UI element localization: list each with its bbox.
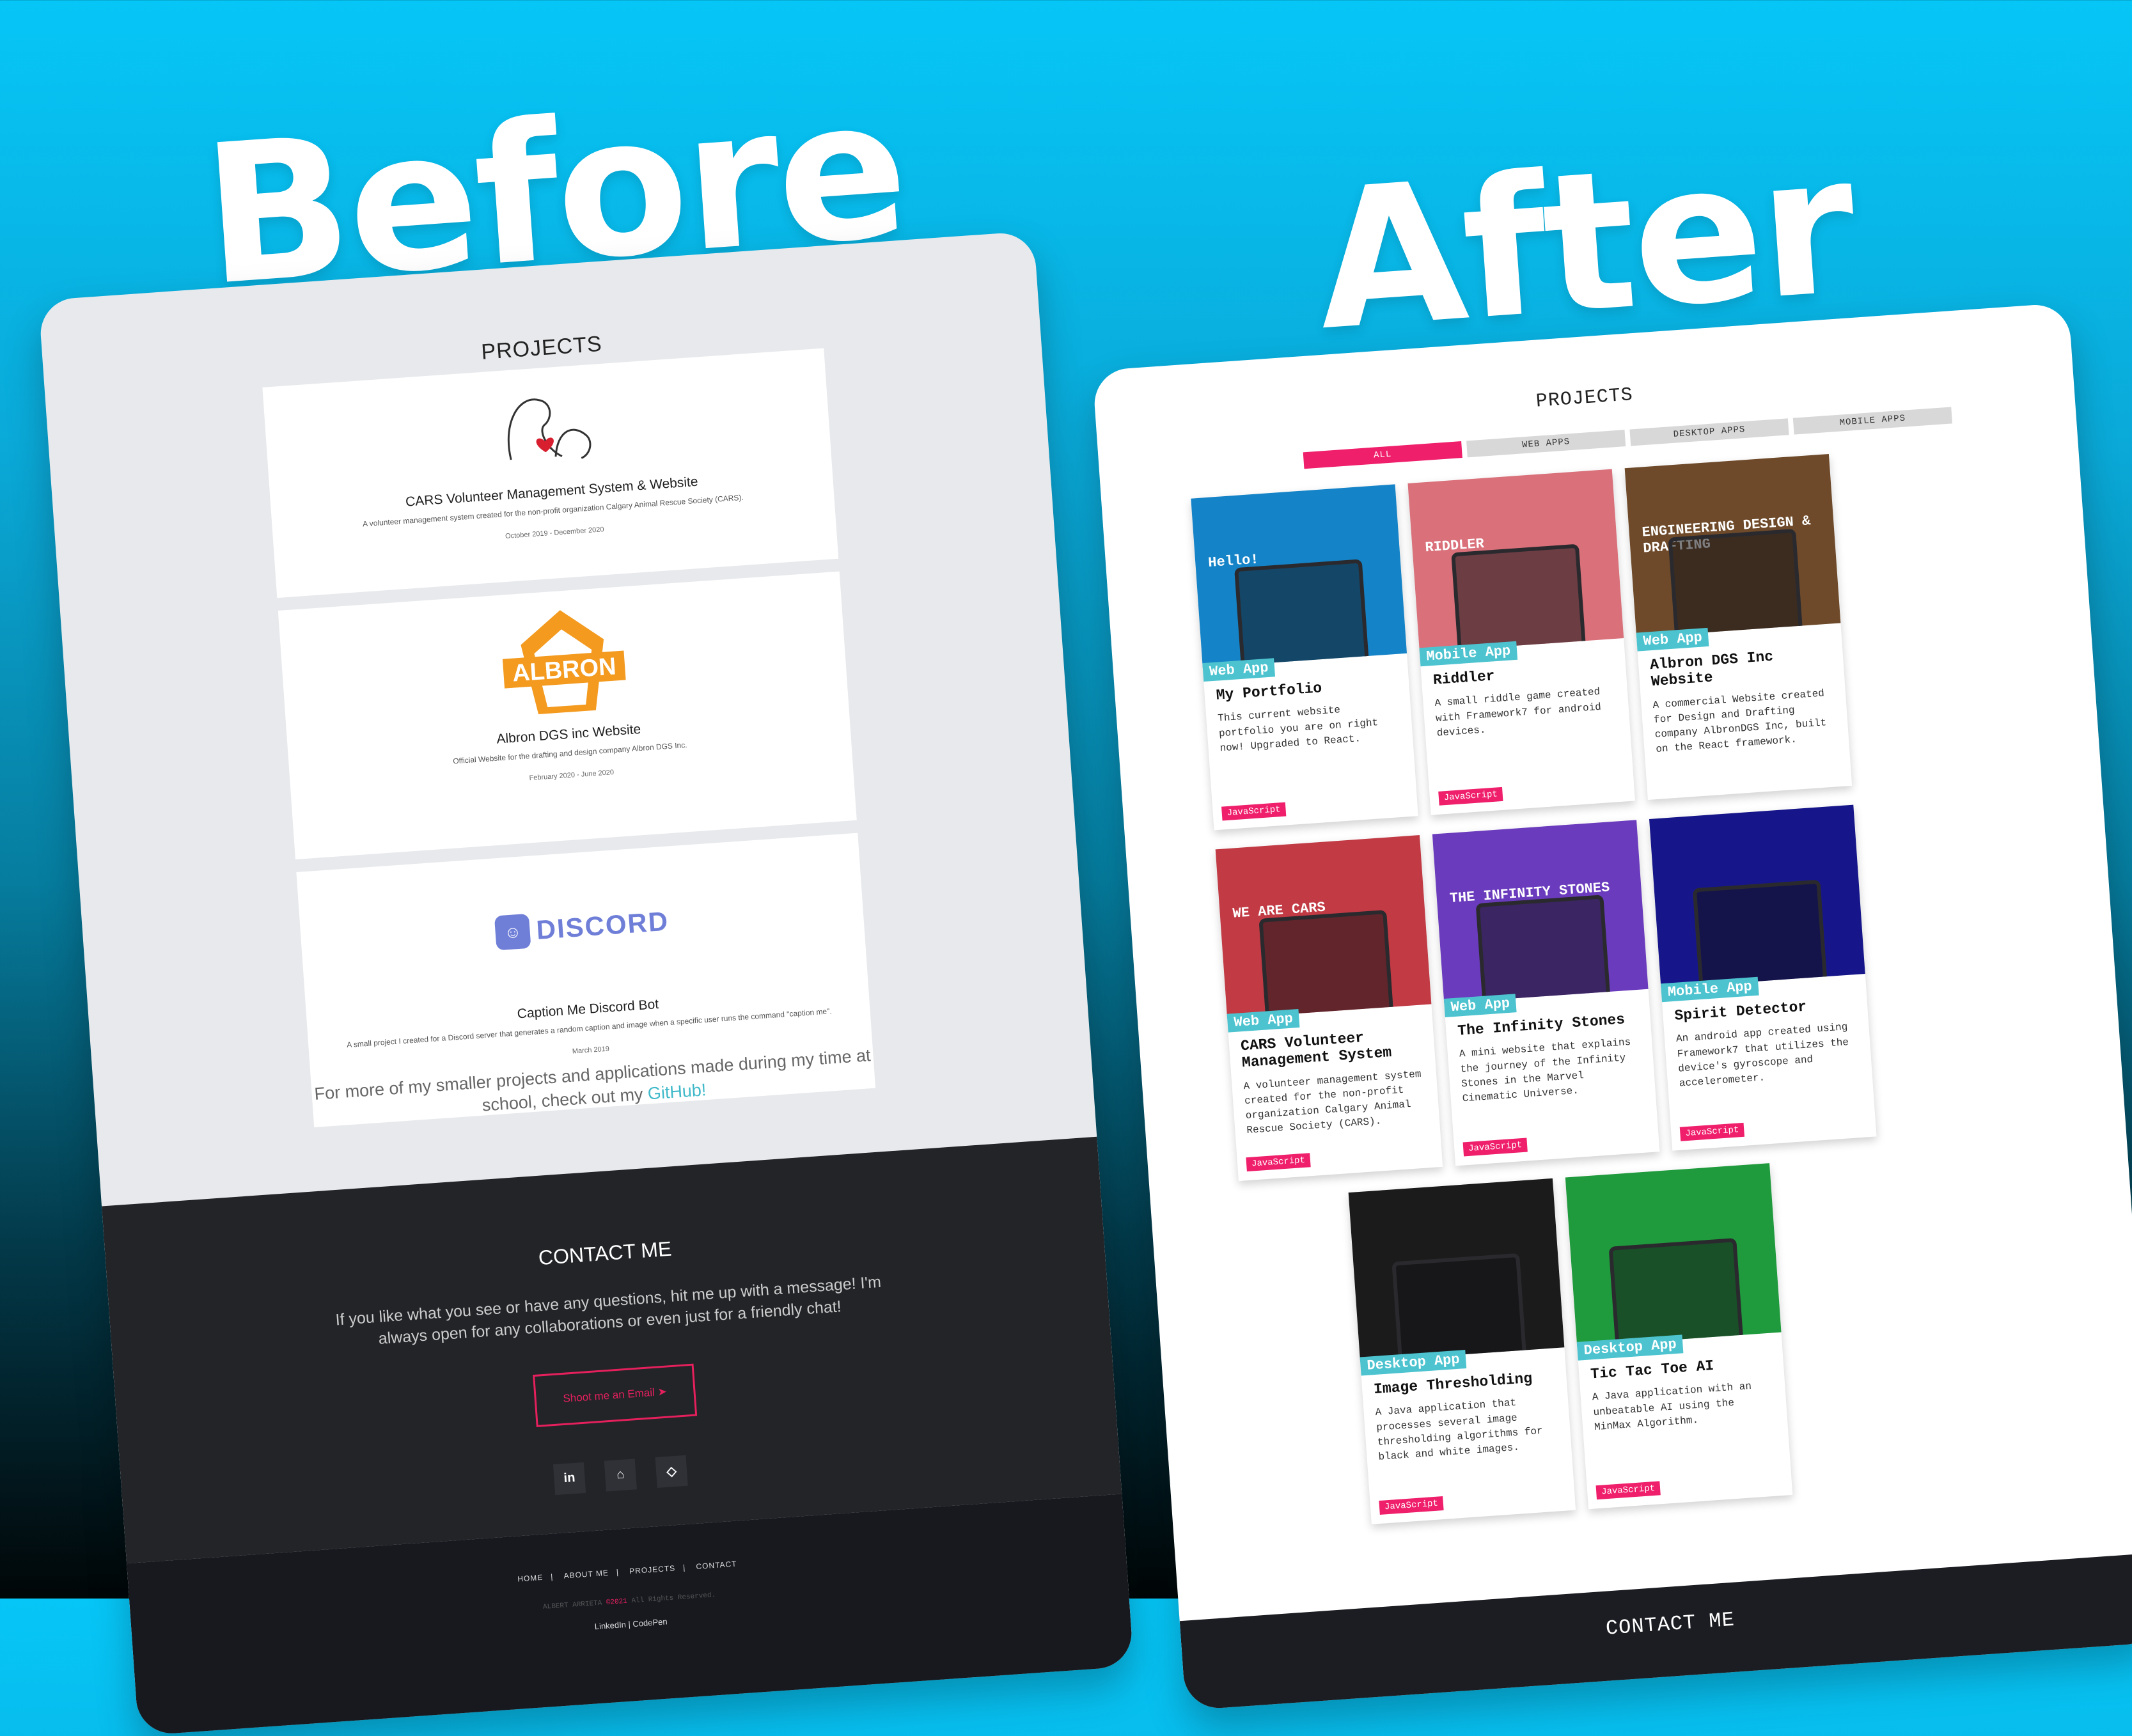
linkedin-icon[interactable]: in [553,1462,586,1495]
discord-logo-text: DISCORD [535,905,670,946]
footer-nav-home[interactable]: HOME [517,1573,544,1584]
tab-desktop-apps[interactable]: DESKTOP APPS [1629,418,1789,446]
project-title: My Portfolio [1215,680,1323,704]
footer-nav-about[interactable]: ABOUT ME [563,1568,609,1581]
codepen-icon[interactable]: ◇ [655,1455,688,1488]
github-link[interactable]: GitHub! [647,1081,707,1104]
tab-mobile-apps[interactable]: MOBILE APPS [1792,407,1953,435]
thumbnail-text [1582,1221,1760,1234]
project-description: A volunteer management system created fo… [1243,1068,1422,1137]
project-thumbnail: RIDDLER [1407,469,1624,653]
project-description: A small riddle game created with Framewo… [1434,686,1602,739]
footer-nav-contact[interactable]: CONTACT [696,1560,737,1571]
device-mockup [1234,559,1369,668]
project-card[interactable]: Hello! Web App My Portfolio This current we… [1191,484,1418,831]
contact-section: CONTACT ME If you like what you see or h… [102,1136,1122,1564]
project-title: Riddler [1432,668,1496,689]
project-description: A Java application with an unbeatable AI… [1592,1380,1752,1434]
project-description: A mini website that explains the journey… [1459,1036,1631,1105]
device-mockup [1608,1238,1744,1347]
project-thumbnail [1348,1178,1565,1362]
language-tag: JavaScript [1462,1138,1528,1157]
language-tag: JavaScript [1221,802,1287,821]
project-thumbnail: THE INFINITY STONES [1432,820,1649,1004]
language-tag: JavaScript [1438,786,1503,806]
project-description: An android app created using Framework7 … [1675,1021,1849,1090]
after-website-panel: PROJECTS ALL WEB APPS DESKTOP APPS MOBIL… [1092,302,2132,1710]
project-title: Albron DGS Inc Website [1649,648,1774,691]
copyright-name: ALBERT ARRIETA [542,1599,607,1611]
project-card[interactable]: Mobile App Spirit Detector An android app … [1649,804,1877,1151]
tab-web-apps[interactable]: WEB APPS [1466,430,1626,458]
contact-title: CONTACT ME [1179,1552,2132,1710]
card-date: February 2020 - June 2020 [529,769,615,783]
project-card[interactable]: Desktop App Tic Tac Toe AI A Java applicat… [1565,1163,1793,1510]
github-icon[interactable]: ⌂ [604,1458,637,1492]
discord-icon: ☺ [494,913,531,951]
project-card-cars[interactable]: CARS Volunteer Management System & Websi… [262,348,839,598]
send-icon: ➤ [657,1385,668,1398]
project-card[interactable]: WE ARE CARS Web App CARS Volunteer Managem… [1215,835,1443,1182]
project-card-albron[interactable]: ALBRON Albron DGS inc Website Official W… [278,571,857,860]
project-thumbnail: ENGINEERING DESIGN & DRAFTING [1624,453,1841,637]
language-tag: JavaScript [1595,1481,1661,1500]
contact-title: CONTACT ME [537,1237,673,1270]
project-description: A Java application that processes severa… [1375,1397,1544,1463]
project-title: The Infinity Stones [1457,1011,1626,1040]
device-mockup [1451,543,1587,653]
before-website-panel: PROJECTS CARS Volunteer Management Syste… [38,231,1134,1736]
project-card[interactable]: ENGINEERING DESIGN & DRAFTINGWeb AppAlbr… [1624,453,1853,801]
tab-all[interactable]: ALL [1303,441,1462,469]
projects-title: PROJECTS [1535,384,1634,413]
project-thumbnail: Hello! [1191,484,1407,668]
device-mockup [1668,528,1803,637]
language-tag: JavaScript [1379,1496,1444,1515]
email-button-label: Shoot me an Email [562,1386,655,1405]
discord-logo: ☺ DISCORD [301,890,865,964]
card-date: October 2019 - December 2020 [505,526,604,540]
project-thumbnail: WE ARE CARS [1215,835,1432,1019]
thumbnail-text [1365,1237,1544,1249]
project-title: Spirit Detector [1673,998,1808,1024]
copyright-year: ©2021 [606,1597,628,1607]
language-tag: JavaScript [1679,1122,1745,1141]
project-description: A commercial Website created for Design … [1652,687,1827,756]
project-thumbnail [1649,804,1865,989]
project-card[interactable]: RIDDLER Mobile App Riddler A small riddle g… [1407,469,1635,815]
project-thumbnail [1565,1163,1782,1347]
contact-text: If you like what you see or have any que… [334,1272,882,1348]
device-mockup [1475,895,1611,1004]
email-button[interactable]: Shoot me an Email ➤ [532,1363,698,1427]
project-title: Tic Tac Toe AI [1590,1357,1715,1383]
project-description: This current website portfolio you are o… [1217,704,1379,755]
device-mockup [1692,879,1828,989]
project-title: Image Thresholding [1373,1370,1533,1398]
device-mockup [1391,1253,1527,1362]
language-tag: JavaScript [1246,1153,1311,1172]
albron-logo-icon: ALBRON [502,610,626,715]
project-title: CARS Volunteer Management System [1240,1029,1393,1072]
project-card[interactable]: THE INFINITY STONES Web App The Infinity S… [1432,820,1660,1166]
footer-nav-projects[interactable]: PROJECTS [629,1563,676,1576]
device-mockup [1258,909,1394,1019]
dog-cat-heart-logo-icon [507,398,592,460]
thumbnail-text [1666,863,1844,876]
project-card[interactable]: Desktop App Image Thresholding A Java appl… [1348,1178,1576,1524]
